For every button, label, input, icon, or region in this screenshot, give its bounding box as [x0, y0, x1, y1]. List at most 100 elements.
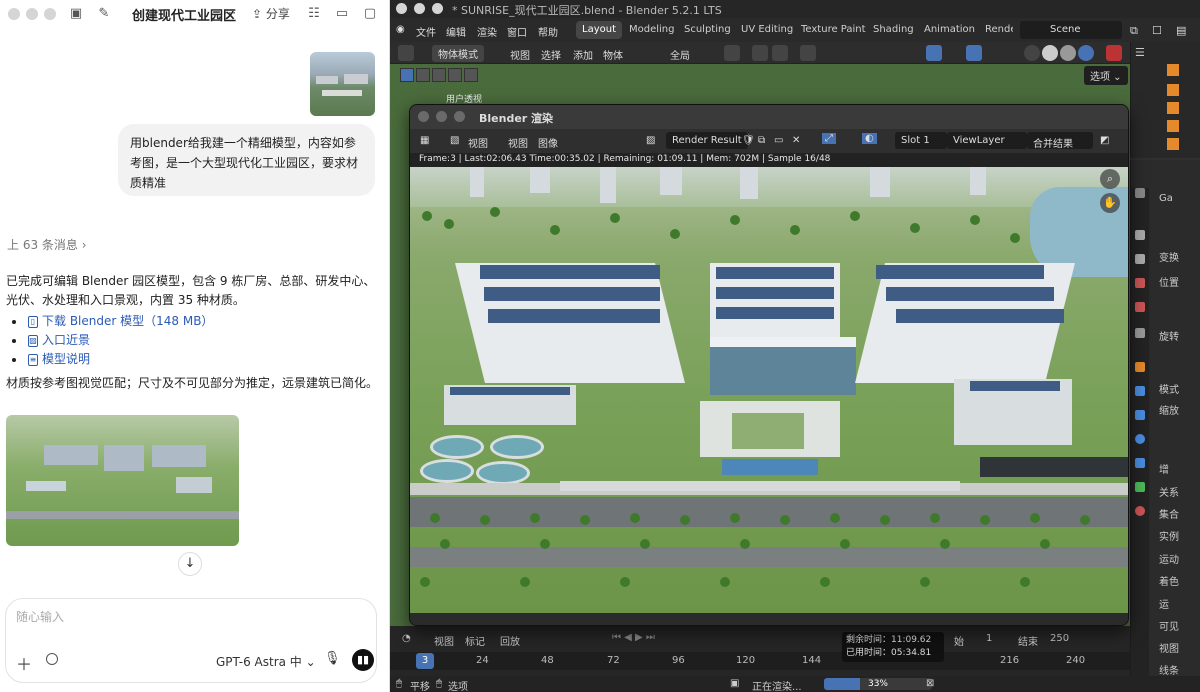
scene-tab-icon[interactable] [1135, 302, 1145, 312]
gizmo-icon[interactable]: ⤢ [822, 133, 836, 144]
select-invert-icon[interactable] [448, 68, 462, 82]
menu-file[interactable]: 文件 [416, 24, 436, 39]
tab-layout[interactable]: Layout [576, 21, 622, 39]
select-extend-icon[interactable] [416, 68, 430, 82]
snap-icon[interactable] [752, 45, 768, 61]
particles-tab-icon[interactable] [1135, 410, 1145, 420]
physics-tab-icon[interactable] [1135, 434, 1145, 444]
data-tab-icon[interactable] [1135, 482, 1145, 492]
timeline-playback-menu[interactable]: 回放 [500, 633, 520, 648]
microphone-icon[interactable]: 🎙 [324, 651, 341, 666]
shading-section[interactable]: 着色 [1159, 573, 1179, 588]
viewport-display-section[interactable]: 视图 [1159, 640, 1179, 655]
tab-shading[interactable]: Shading [867, 21, 920, 39]
tab-texture-paint[interactable]: Texture Paint [795, 21, 872, 39]
entrance-closeup-link[interactable]: ▨ 入口近景 [12, 331, 213, 350]
modifier-tab-icon[interactable] [1135, 386, 1145, 396]
download-model-link[interactable]: ▯ 下载 Blender 模型（148 MB） [12, 312, 213, 331]
menu-add[interactable]: 添加 [573, 47, 593, 62]
outliner-object-icon[interactable] [1167, 64, 1179, 76]
outliner-object-icon[interactable] [1167, 102, 1179, 114]
output-tab-icon[interactable] [1135, 254, 1145, 264]
menu-help[interactable]: 帮助 [538, 24, 558, 39]
motion-paths-section[interactable]: 运动 [1159, 551, 1179, 566]
editor-type-icon[interactable] [398, 45, 414, 61]
image-browse-icon[interactable]: ▨ [646, 135, 655, 146]
more-icon[interactable]: ⋯ [222, 6, 238, 22]
render-pass-selector[interactable]: 合并结果 [1027, 132, 1093, 150]
collections-section[interactable]: 集合 [1159, 506, 1179, 521]
timeline-view-menu[interactable]: 视图 [434, 633, 454, 648]
zoom-dot[interactable] [44, 8, 56, 20]
motion-blur-section[interactable]: 运 [1159, 596, 1169, 611]
duplicate-image-icon[interactable]: ⧉ [758, 135, 765, 146]
pause-render-icon[interactable] [1106, 45, 1122, 61]
render-image-menu[interactable]: 图像 [538, 135, 558, 150]
orientation-selector[interactable]: 全局 [670, 47, 690, 62]
render-view-menu-2[interactable]: 视图 [508, 135, 528, 150]
new-scene-icon[interactable]: ⧉ [1130, 24, 1138, 38]
panel-icon[interactable]: ▭ [334, 6, 350, 22]
view-layer-icon[interactable]: ▤ [1176, 24, 1186, 37]
previous-messages-link[interactable]: 上 63 条消息 › [7, 236, 87, 253]
close-dot[interactable] [418, 111, 429, 122]
menu-edit[interactable]: 编辑 [446, 24, 466, 39]
model-notes-link[interactable]: ≡ 模型说明 [12, 350, 213, 369]
snap-target-icon[interactable] [772, 45, 788, 61]
start-frame-field[interactable]: 1 [986, 633, 992, 644]
tab-uv-editing[interactable]: UV Editing [735, 21, 799, 39]
render-result-field[interactable]: Render Result [666, 132, 748, 149]
object-tab-icon[interactable] [1135, 362, 1145, 372]
tab-animation[interactable]: Animation [918, 21, 981, 39]
overlay-icon[interactable]: ◐ [862, 133, 877, 144]
material-shading-icon[interactable] [1060, 45, 1076, 61]
proportional-icon[interactable] [800, 45, 816, 61]
outliner-object-icon[interactable] [1167, 84, 1179, 96]
outliner-panel[interactable]: ☰ [1130, 42, 1200, 158]
world-tab-icon[interactable] [1135, 328, 1145, 338]
view-layer-selector[interactable]: ViewLayer [947, 132, 1027, 149]
emoji-icon[interactable] [46, 653, 58, 665]
material-tab-icon[interactable] [1135, 506, 1145, 516]
model-selector[interactable]: GPT-6 Astra 中 ⌄ [216, 653, 316, 670]
open-image-icon[interactable]: ▭ [774, 135, 783, 146]
render-preview-image[interactable] [6, 415, 239, 546]
transform-section[interactable]: 变换 [1159, 249, 1179, 264]
chat-input[interactable] [16, 607, 356, 627]
settings-icon[interactable]: ☷ [306, 6, 322, 22]
unlink-image-icon[interactable]: ✕ [792, 135, 800, 146]
reference-image[interactable] [310, 52, 375, 116]
outliner-object-icon[interactable] [1167, 120, 1179, 132]
playback-controls[interactable]: ⏮ ◀ ▶ ⏭ [612, 632, 655, 643]
tab-modeling[interactable]: Modeling [623, 21, 681, 39]
close-dot[interactable] [396, 3, 407, 14]
chat-title[interactable]: 创建现代工业园区 [132, 5, 236, 24]
options-button[interactable]: 选项 ⌄ [1084, 66, 1128, 85]
sidebar-icon[interactable]: ▣ [68, 6, 84, 22]
tab-rendering[interactable]: Rende [979, 21, 1013, 39]
window-icon[interactable]: ▢ [362, 6, 378, 22]
select-subtract-icon[interactable] [432, 68, 446, 82]
minimize-dot[interactable] [436, 111, 447, 122]
timeline-marker-menu[interactable]: 标记 [465, 633, 485, 648]
add-attachment-icon[interactable]: ＋ [16, 651, 32, 675]
pivot-icon[interactable] [724, 45, 740, 61]
zoom-dot[interactable] [454, 111, 465, 122]
zoom-icon[interactable]: ⌕ [1100, 169, 1120, 189]
render-view-menu-1[interactable]: 视图 [468, 135, 488, 150]
tab-sculpting[interactable]: Sculpting [678, 21, 737, 39]
view-layer-tab-icon[interactable] [1135, 278, 1145, 288]
select-box-icon[interactable] [400, 68, 414, 82]
display-channels-icon[interactable]: ◩ [1100, 135, 1109, 146]
cancel-render-icon[interactable]: ⊠ [926, 678, 934, 689]
new-chat-icon[interactable]: ✎ [96, 6, 112, 22]
rendered-shading-icon[interactable] [1078, 45, 1094, 61]
slot-selector[interactable]: Slot 1 [895, 132, 947, 149]
minimize-dot[interactable] [414, 3, 425, 14]
outliner-filter-icon[interactable]: ☰ [1135, 46, 1145, 59]
overlay-toggle-icon[interactable] [966, 45, 982, 61]
delta-section[interactable]: 增 [1159, 461, 1169, 476]
wireframe-shading-icon[interactable] [1024, 45, 1040, 61]
close-dot[interactable] [8, 8, 20, 20]
timeline-ruler[interactable]: 3 24 48 72 96 120 144 216 240 [390, 652, 1130, 670]
